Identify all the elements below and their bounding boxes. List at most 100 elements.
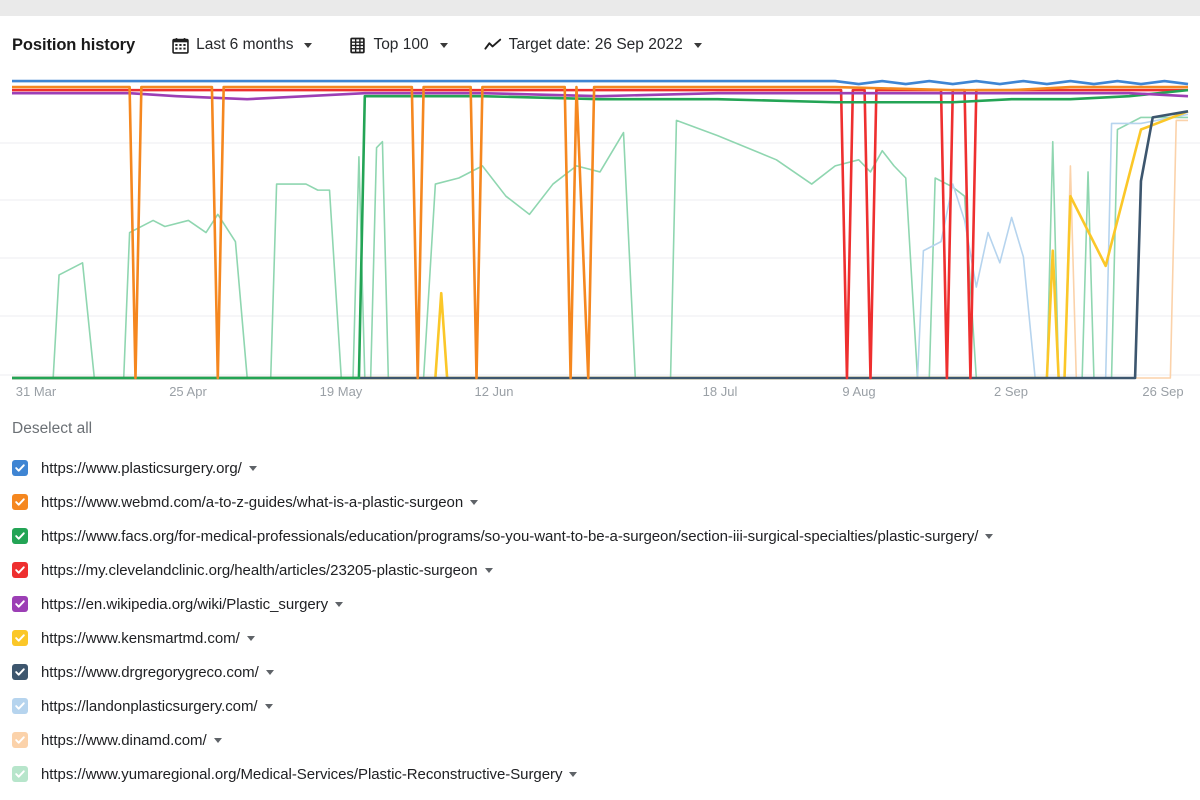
top-grey-strip [0, 0, 1200, 16]
legend-checkbox[interactable] [12, 766, 28, 782]
check-icon [15, 668, 25, 676]
x-axis-tick-label: 19 May [319, 384, 363, 399]
legend-checkbox[interactable] [12, 562, 28, 578]
page-title: Position history [12, 35, 136, 54]
x-axis-tick-label: 9 Aug [842, 384, 876, 399]
x-axis-tick-label: 2 Sep [994, 384, 1028, 399]
chevron-down-icon[interactable] [213, 737, 222, 743]
trend-line-icon [484, 36, 502, 54]
chart-series-line [12, 110, 1189, 380]
date-range-label: Last 6 months [196, 36, 294, 53]
legend-item-label: https://www.drgregorygreco.com/ [41, 663, 259, 681]
chart-series-line [12, 116, 1188, 379]
legend-label-wrap: https://www.yumaregional.org/Medical-Ser… [41, 765, 578, 783]
check-icon [15, 498, 25, 506]
legend-item[interactable]: https://www.dinamd.com/ [0, 723, 1200, 757]
legend-item[interactable]: https://en.wikipedia.org/wiki/Plastic_su… [0, 587, 1200, 621]
check-icon [15, 736, 25, 744]
position-history-panel: Position history Last 6 months Top 100 T… [0, 0, 1200, 800]
legend-checkbox[interactable] [12, 494, 28, 510]
legend-item-label: https://www.webmd.com/a-to-z-guides/what… [41, 493, 464, 511]
legend-label-wrap: https://www.kensmartmd.com/ [41, 630, 255, 647]
deselect-all-button[interactable]: Deselect all [0, 420, 92, 438]
legend-checkbox[interactable] [12, 528, 28, 544]
legend-label-wrap: https://my.clevelandclinic.org/health/ar… [41, 562, 493, 579]
legend-label-wrap: https://www.drgregorygreco.com/ [41, 664, 274, 681]
legend-item-label: https://en.wikipedia.org/wiki/Plastic_su… [41, 595, 329, 613]
legend-item[interactable]: https://www.drgregorygreco.com/ [0, 655, 1200, 689]
chevron-down-icon[interactable] [985, 533, 994, 539]
chevron-down-icon[interactable] [248, 465, 257, 471]
chart-series-line [12, 110, 1189, 380]
chevron-down-icon[interactable] [470, 499, 479, 505]
table-icon [348, 36, 366, 54]
chevron-down-icon[interactable] [264, 703, 273, 709]
x-axis-tick-label: 26 Sep [1142, 384, 1184, 399]
legend-checkbox[interactable] [12, 460, 28, 476]
legend-item[interactable]: https://www.plasticsurgery.org/ [0, 451, 1200, 485]
chart-series-line [12, 113, 1189, 379]
legend-item[interactable]: https://www.yumaregional.org/Medical-Ser… [0, 757, 1200, 791]
check-icon [15, 634, 25, 642]
legend-checkbox[interactable] [12, 698, 28, 714]
chevron-down-icon [439, 42, 448, 48]
legend-item-label: https://landonplasticsurgery.com/ [41, 697, 258, 715]
legend-label-wrap: https://en.wikipedia.org/wiki/Plastic_su… [41, 595, 344, 613]
legend-item-label: https://www.yumaregional.org/Medical-Ser… [41, 765, 563, 783]
chart-series-line [12, 79, 1189, 86]
legend-item-label: https://www.kensmartmd.com/ [41, 629, 240, 647]
chart-legend: Deselect all https://www.plasticsurgery.… [0, 420, 1200, 791]
check-icon [15, 770, 25, 778]
chevron-down-icon[interactable] [484, 567, 493, 573]
chart-series-layer [12, 79, 1189, 380]
date-range-selector[interactable]: Last 6 months [171, 36, 313, 54]
legend-item[interactable]: https://www.webmd.com/a-to-z-guides/what… [0, 485, 1200, 519]
legend-item-label: https://www.plasticsurgery.org/ [41, 459, 242, 477]
legend-checkbox[interactable] [12, 732, 28, 748]
chart-gridlines [0, 142, 1200, 376]
chevron-down-icon[interactable] [569, 771, 578, 777]
legend-label-wrap: https://www.facs.org/for-medical-profess… [41, 527, 994, 545]
chart-series-line [12, 88, 1188, 380]
toolbar: Position history Last 6 months Top 100 T… [0, 16, 1200, 74]
position-history-chart[interactable] [0, 74, 1200, 384]
legend-label-wrap: https://www.webmd.com/a-to-z-guides/what… [41, 493, 479, 511]
chart-series-line [12, 88, 1189, 380]
legend-item[interactable]: https://landonplasticsurgery.com/ [0, 689, 1200, 723]
legend-item-label: https://www.facs.org/for-medical-profess… [41, 527, 979, 545]
check-icon [15, 702, 25, 710]
legend-item-label: https://www.dinamd.com/ [41, 731, 207, 749]
chart-series-line [12, 85, 1188, 380]
check-icon [15, 600, 25, 608]
legend-label-wrap: https://www.plasticsurgery.org/ [41, 460, 257, 477]
chevron-down-icon[interactable] [335, 601, 344, 607]
chevron-down-icon [304, 42, 313, 48]
chevron-down-icon [693, 42, 702, 48]
chart-canvas[interactable] [0, 74, 1200, 384]
chart-x-axis: 31 Mar 25 Apr 19 May 12 Jun 18 Jul 9 Aug 2 Sep… [0, 384, 1200, 412]
legend-item-label: https://my.clevelandclinic.org/health/ar… [41, 561, 478, 579]
legend-checkbox[interactable] [12, 664, 28, 680]
legend-label-wrap: https://www.dinamd.com/ [41, 732, 222, 749]
legend-checkbox[interactable] [12, 630, 28, 646]
legend-item[interactable]: https://www.kensmartmd.com/ [0, 621, 1200, 655]
legend-label-wrap: https://landonplasticsurgery.com/ [41, 698, 273, 715]
target-date-label: Target date: 26 Sep 2022 [508, 36, 683, 53]
x-axis-tick-label: 12 Jun [474, 384, 514, 399]
chevron-down-icon[interactable] [265, 669, 274, 675]
x-axis-tick-label: 18 Jul [702, 384, 738, 399]
chart-series-line [12, 119, 1188, 379]
calendar-icon [171, 36, 189, 54]
top-positions-label: Top 100 [373, 36, 429, 53]
check-icon [15, 566, 25, 574]
legend-checkbox[interactable] [12, 596, 28, 612]
check-icon [15, 532, 25, 540]
top-positions-selector[interactable]: Top 100 [348, 36, 448, 54]
legend-item[interactable]: https://www.facs.org/for-medical-profess… [0, 519, 1200, 553]
legend-item[interactable]: https://my.clevelandclinic.org/health/ar… [0, 553, 1200, 587]
chevron-down-icon[interactable] [246, 635, 255, 641]
check-icon [15, 464, 25, 472]
x-axis-tick-label: 31 Mar [15, 384, 57, 399]
x-axis-tick-label: 25 Apr [169, 384, 207, 399]
target-date-selector[interactable]: Target date: 26 Sep 2022 [484, 36, 702, 54]
